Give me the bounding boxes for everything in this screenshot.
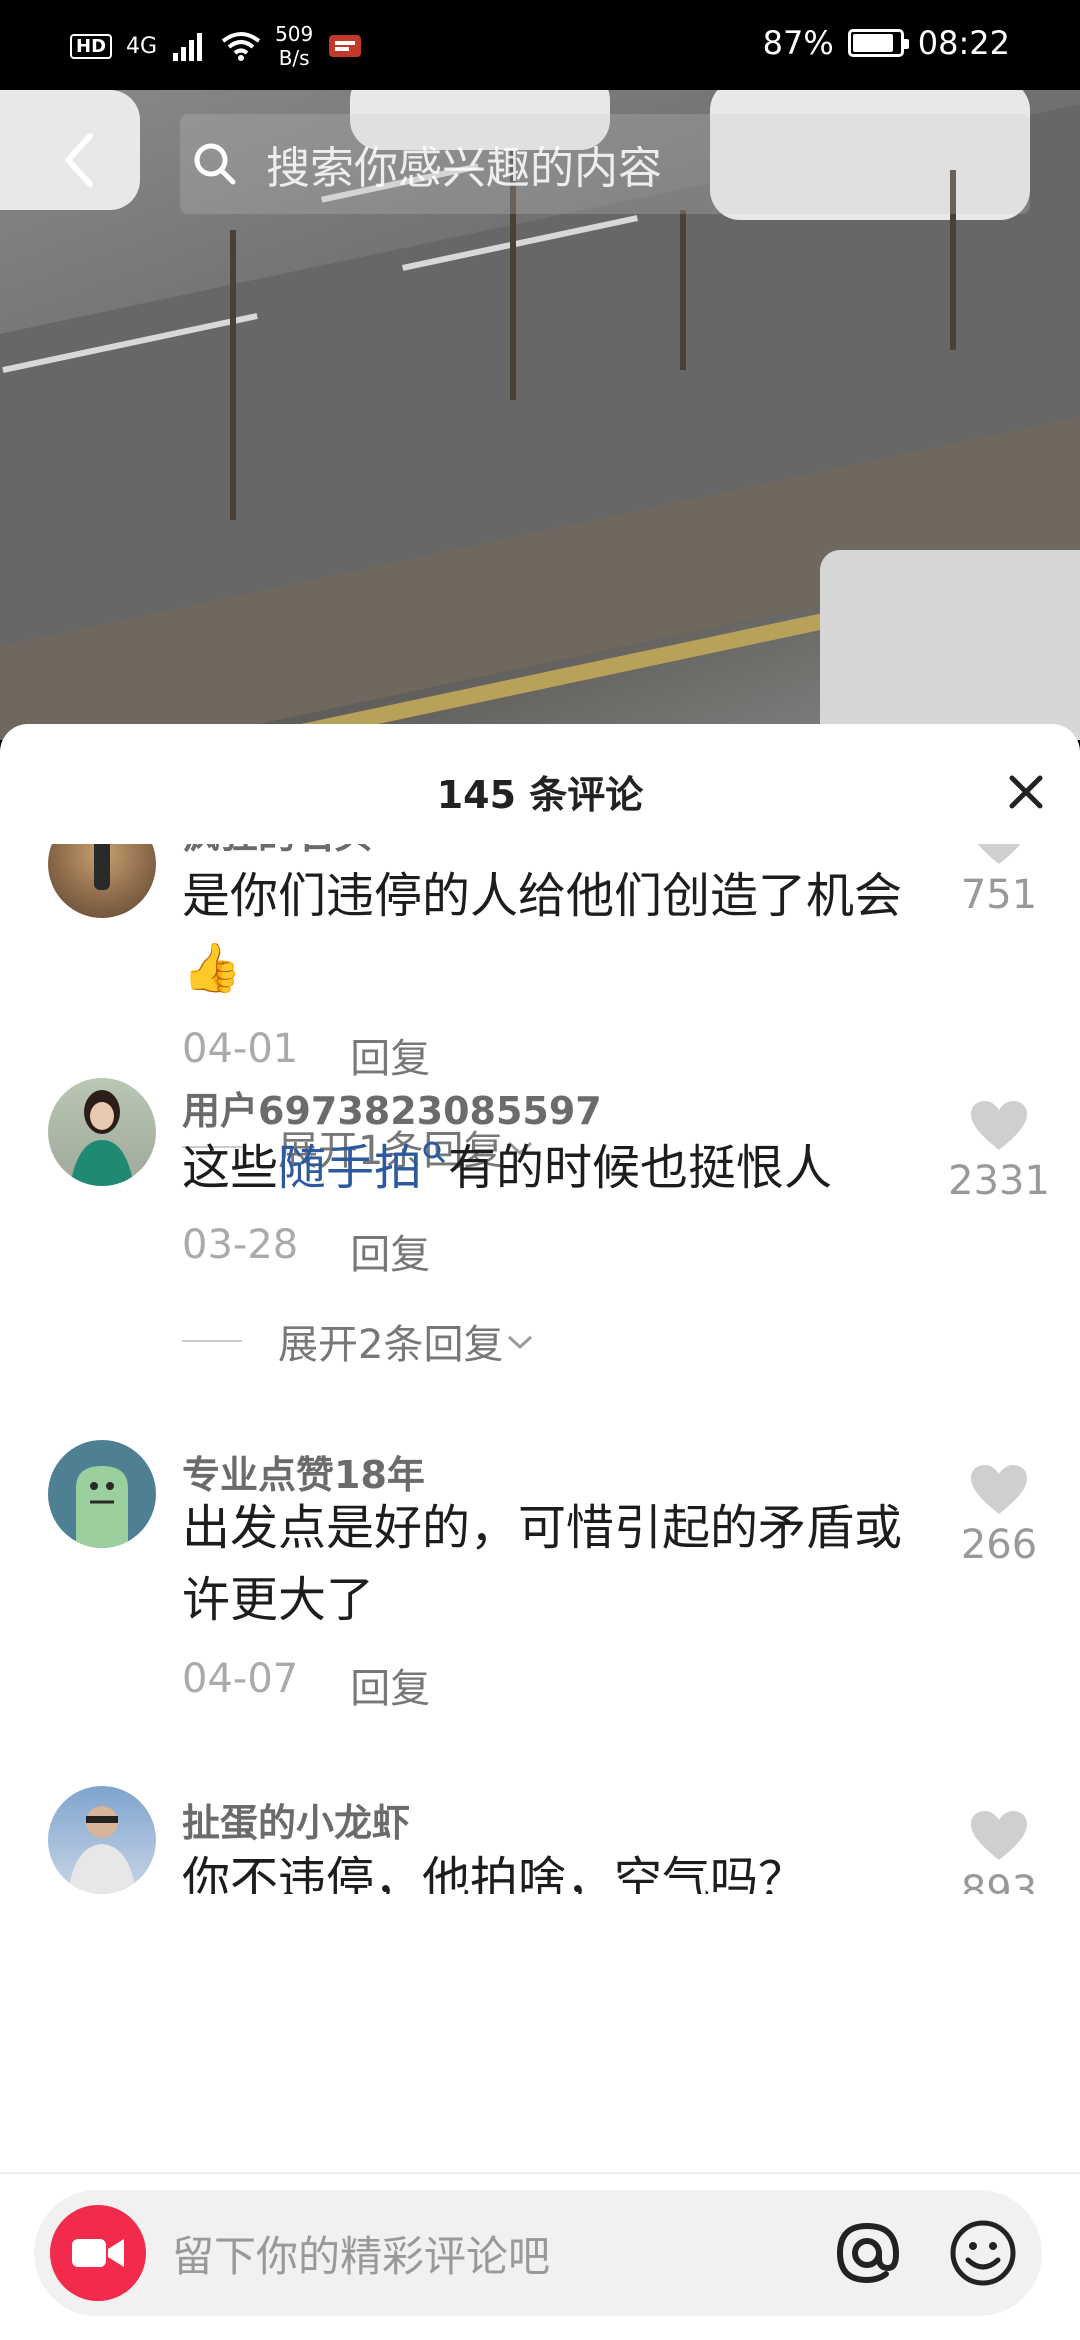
comment-date: 04-01 xyxy=(182,1026,299,1072)
hashtag-link[interactable]: 随手拍 xyxy=(278,1140,422,1196)
comments-header: 145 条评论 xyxy=(0,724,1080,854)
comment-text: 这些随手拍 有的时候也挺恨人 xyxy=(182,1132,942,1204)
top-navigation: 搜索你感兴趣的内容 xyxy=(0,100,1080,220)
network-type: 4G xyxy=(126,33,158,59)
wifi-icon xyxy=(221,32,261,61)
chevron-down-icon xyxy=(508,1335,533,1350)
like-count: 2331 xyxy=(948,1158,1050,1204)
input-divider xyxy=(0,2172,1080,2174)
video-tree xyxy=(230,230,236,520)
status-left: HD 4G 509 B/s xyxy=(70,22,363,70)
like-button[interactable]: 751 xyxy=(944,844,1054,918)
comment-meta: 04-07 回复 xyxy=(182,1656,430,1714)
like-button[interactable]: 893 xyxy=(944,1810,1054,1894)
comments-list[interactable]: 疯狂的石头 是你们违停的人给他们创造了机会👍 04-01 回复 展开1条回复 7… xyxy=(0,844,1080,1894)
avatar-figure-icon xyxy=(94,844,110,890)
heart-icon xyxy=(977,844,1021,864)
comment-username[interactable]: 扯蛋的小龙虾 xyxy=(182,1792,410,1847)
hashtag-search-icon xyxy=(423,1141,446,1164)
comment-meta: 03-28 回复 xyxy=(182,1222,430,1280)
network-speed: 509 B/s xyxy=(275,22,313,70)
comment-date: 04-07 xyxy=(182,1656,299,1702)
app-notification-icon xyxy=(329,35,362,57)
avatar[interactable] xyxy=(48,844,156,918)
comment-username[interactable]: 疯狂的石头 xyxy=(182,844,372,859)
avatar[interactable] xyxy=(48,1078,156,1186)
comment-username[interactable]: 用户6973823085597 xyxy=(182,1080,602,1135)
comment-date: 03-28 xyxy=(182,1222,299,1268)
comment-text-after: 有的时候也挺恨人 xyxy=(448,1140,833,1196)
battery-icon xyxy=(847,29,909,57)
reply-button[interactable]: 回复 xyxy=(350,1026,430,1084)
reply-button[interactable]: 回复 xyxy=(350,1656,430,1714)
signal-icon xyxy=(173,33,203,61)
close-icon[interactable] xyxy=(1006,772,1046,812)
expand-divider xyxy=(182,1340,242,1342)
video-camera-icon xyxy=(72,2239,124,2267)
heart-icon xyxy=(971,1811,1027,1860)
search-placeholder[interactable]: 搜索你感兴趣的内容 xyxy=(266,132,662,196)
expand-replies-label[interactable]: 展开2条回复 xyxy=(278,1312,503,1370)
battery-percent: 87% xyxy=(762,24,834,62)
battery-fill xyxy=(852,34,893,52)
hd-badge: HD xyxy=(70,33,113,59)
search-icon xyxy=(194,143,236,185)
network-speed-unit: B/s xyxy=(278,46,310,70)
avatar-person-icon xyxy=(68,1806,136,1894)
at-icon[interactable] xyxy=(832,2218,902,2288)
emoji-icon[interactable] xyxy=(948,2218,1018,2288)
status-bar: HD 4G 509 B/s 87% 08:22 xyxy=(0,0,1080,90)
heart-icon xyxy=(971,1101,1027,1150)
avatar[interactable] xyxy=(48,1786,156,1894)
comment-meta: 04-01 回复 xyxy=(182,1026,430,1084)
avatar-cartoon-icon xyxy=(76,1466,128,1548)
video-truck xyxy=(820,550,1080,740)
comment-username[interactable]: 专业点赞18年 xyxy=(182,1444,425,1499)
heart-icon xyxy=(971,1465,1027,1514)
like-count: 751 xyxy=(960,872,1038,918)
clock: 08:22 xyxy=(917,24,1010,62)
comments-title: 145 条评论 xyxy=(436,773,644,817)
avatar-person-icon xyxy=(70,1090,134,1186)
comment-text-before: 这些 xyxy=(182,1140,279,1196)
back-icon[interactable] xyxy=(56,130,106,190)
like-count: 893 xyxy=(960,1868,1038,1894)
video-tree xyxy=(680,210,686,370)
video-comment-button[interactable] xyxy=(50,2205,146,2301)
comment-text: 出发点是好的，可惜引起的矛盾或许更大了 xyxy=(182,1500,903,1628)
like-count: 266 xyxy=(960,1522,1038,1568)
comment-text: 是你们违停的人给他们创造了机会👍 xyxy=(182,868,903,996)
comment-input[interactable]: 留下你的精彩评论吧 xyxy=(172,2223,832,2284)
like-button[interactable]: 266 xyxy=(944,1464,1054,1568)
comment-text: 你不违停，他拍啥，空气吗？ xyxy=(182,1852,807,1894)
status-right: 87% 08:22 xyxy=(763,24,1010,62)
expand-replies-button[interactable]: 展开2条回复 xyxy=(182,1312,537,1370)
avatar[interactable] xyxy=(48,1440,156,1548)
comments-sheet: 145 条评论 疯狂的石头 是你们违停的人给他们创造了机会👍 04-01 回复 xyxy=(0,724,1080,2340)
comment-input-bar: 留下你的精彩评论吧 xyxy=(34,2190,1042,2316)
reply-button[interactable]: 回复 xyxy=(350,1222,430,1280)
search-box[interactable]: 搜索你感兴趣的内容 xyxy=(180,114,1030,214)
network-speed-value: 509 xyxy=(275,22,314,46)
like-button[interactable]: 2331 xyxy=(944,1100,1054,1204)
